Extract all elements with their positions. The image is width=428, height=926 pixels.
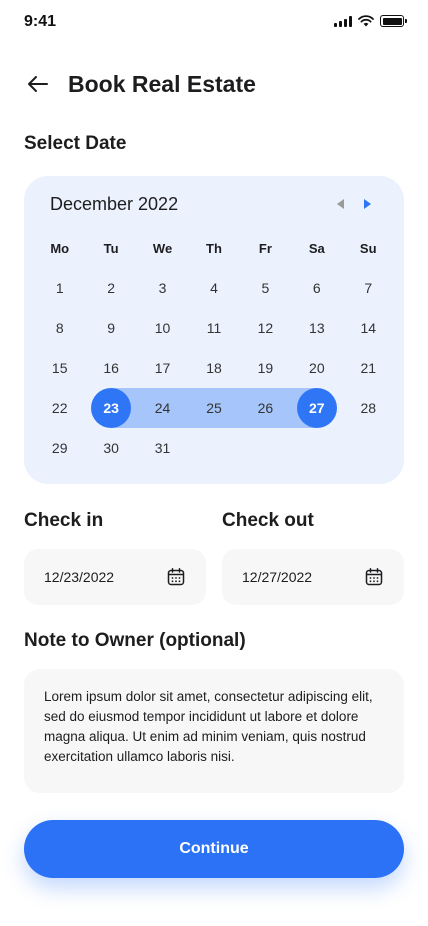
calendar-day[interactable]: 9	[85, 308, 136, 348]
calendar-month-label: December 2022	[50, 194, 179, 214]
calendar-weeks: 1 2 3 4 5 6 7 8 9 10 11 12 13 14 15 16 17 18 19 20 21 22 23 24 2…	[34, 268, 394, 468]
continue-button[interactable]: Continue	[24, 820, 404, 878]
calendar-icon[interactable]	[166, 567, 186, 587]
calendar-day[interactable]: 15	[34, 348, 85, 388]
week-row: 29 30 31	[34, 428, 394, 468]
calendar-day[interactable]: 31	[137, 428, 188, 468]
selected-day-bubble: 27	[296, 388, 337, 428]
calendar-day[interactable]: 8	[34, 308, 85, 348]
calendar-day[interactable]: 24	[137, 388, 188, 428]
calendar-day[interactable]: 17	[137, 348, 188, 388]
select-date-label: Select Date	[24, 133, 127, 154]
weekday-label: We	[152, 240, 173, 256]
status-bar: 9:41	[0, 0, 428, 44]
calendar-day[interactable]: 1	[34, 268, 85, 308]
calendar-day[interactable]: 4	[188, 268, 239, 308]
calendar: December 2022 Mo Tu We Th Fr Sa Su 12345…	[24, 176, 404, 484]
calendar-day[interactable]: 3	[137, 268, 188, 308]
next-month-button[interactable]	[362, 198, 374, 210]
calendar-day-range-end[interactable]: 27	[291, 388, 342, 428]
arrow-left-icon	[28, 76, 48, 92]
week-row: 8 9 10 11 12 13 14	[34, 308, 394, 348]
caret-left-icon	[337, 199, 344, 209]
status-icons	[334, 15, 407, 27]
calendar-empty-cell	[343, 428, 394, 468]
calendar-nav	[334, 198, 374, 210]
calendar-empty-cell	[291, 428, 342, 468]
status-time: 9:41	[24, 13, 57, 30]
check-out-value: 12/27/2022	[242, 569, 313, 585]
calendar-day[interactable]: 19	[240, 348, 291, 388]
week-row: 1234567	[34, 268, 394, 308]
calendar-day[interactable]: 28	[343, 388, 394, 428]
calendar-day[interactable]: 29	[34, 428, 85, 468]
check-out-label: Check out	[222, 510, 314, 531]
check-out-field[interactable]: 12/27/2022	[222, 549, 404, 605]
calendar-day[interactable]: 11	[188, 308, 239, 348]
calendar-grid: Mo Tu We Th Fr Sa Su 1 2 3 4 5 6 7 8 9 10 11 12 13 14…	[34, 228, 394, 468]
calendar-empty-cell	[240, 428, 291, 468]
weekday-label: Tu	[103, 240, 119, 256]
calendar-day[interactable]: 26	[240, 388, 291, 428]
calendar-day[interactable]: 30	[85, 428, 136, 468]
calendar-day[interactable]: 10	[137, 308, 188, 348]
battery-icon	[380, 15, 407, 27]
prev-month-button[interactable]	[334, 198, 346, 210]
signal-icon	[334, 15, 352, 27]
calendar-day[interactable]: 25	[188, 388, 239, 428]
calendar-icon[interactable]	[364, 567, 384, 587]
selected-day-bubble: 23	[91, 388, 132, 428]
week-row: 15 16 17 18 19 20 21	[34, 348, 394, 388]
note-textarea[interactable]: Lorem ipsum dolor sit amet, consectetur …	[24, 669, 404, 793]
weekday-label: Th	[206, 240, 222, 256]
back-button[interactable]	[24, 70, 52, 98]
weekday-label: Su	[359, 240, 377, 256]
page-title: Book Real Estate	[68, 70, 256, 97]
week-row: 22 23 24 25 26 27 28	[34, 388, 394, 428]
wifi-icon	[358, 15, 374, 27]
calendar-day[interactable]: 5	[240, 268, 291, 308]
calendar-day[interactable]: 22	[34, 388, 85, 428]
weekday-label: Mo	[50, 240, 70, 256]
weekday-row: Mo Tu We Th Fr Sa Su	[34, 228, 394, 268]
calendar-day[interactable]: 16	[85, 348, 136, 388]
check-in-value: 12/23/2022	[44, 569, 115, 585]
calendar-day[interactable]: 2	[85, 268, 136, 308]
calendar-day[interactable]: 12	[240, 308, 291, 348]
calendar-day[interactable]: 14	[343, 308, 394, 348]
calendar-day[interactable]: 20	[291, 348, 342, 388]
note-label: Note to Owner (optional)	[24, 630, 246, 651]
weekday-label: Fr	[258, 240, 272, 256]
calendar-day[interactable]: 6	[291, 268, 342, 308]
calendar-day[interactable]: 21	[343, 348, 394, 388]
calendar-day[interactable]: 18	[188, 348, 239, 388]
header: Book Real Estate	[24, 64, 256, 104]
check-in-field[interactable]: 12/23/2022	[24, 549, 206, 605]
calendar-day[interactable]: 13	[291, 308, 342, 348]
calendar-day[interactable]: 7	[343, 268, 394, 308]
caret-right-icon	[364, 199, 371, 209]
calendar-empty-cell	[188, 428, 239, 468]
weekday-label: Sa	[308, 240, 325, 256]
check-in-label: Check in	[24, 510, 104, 531]
calendar-day-range-start[interactable]: 23	[85, 388, 136, 428]
